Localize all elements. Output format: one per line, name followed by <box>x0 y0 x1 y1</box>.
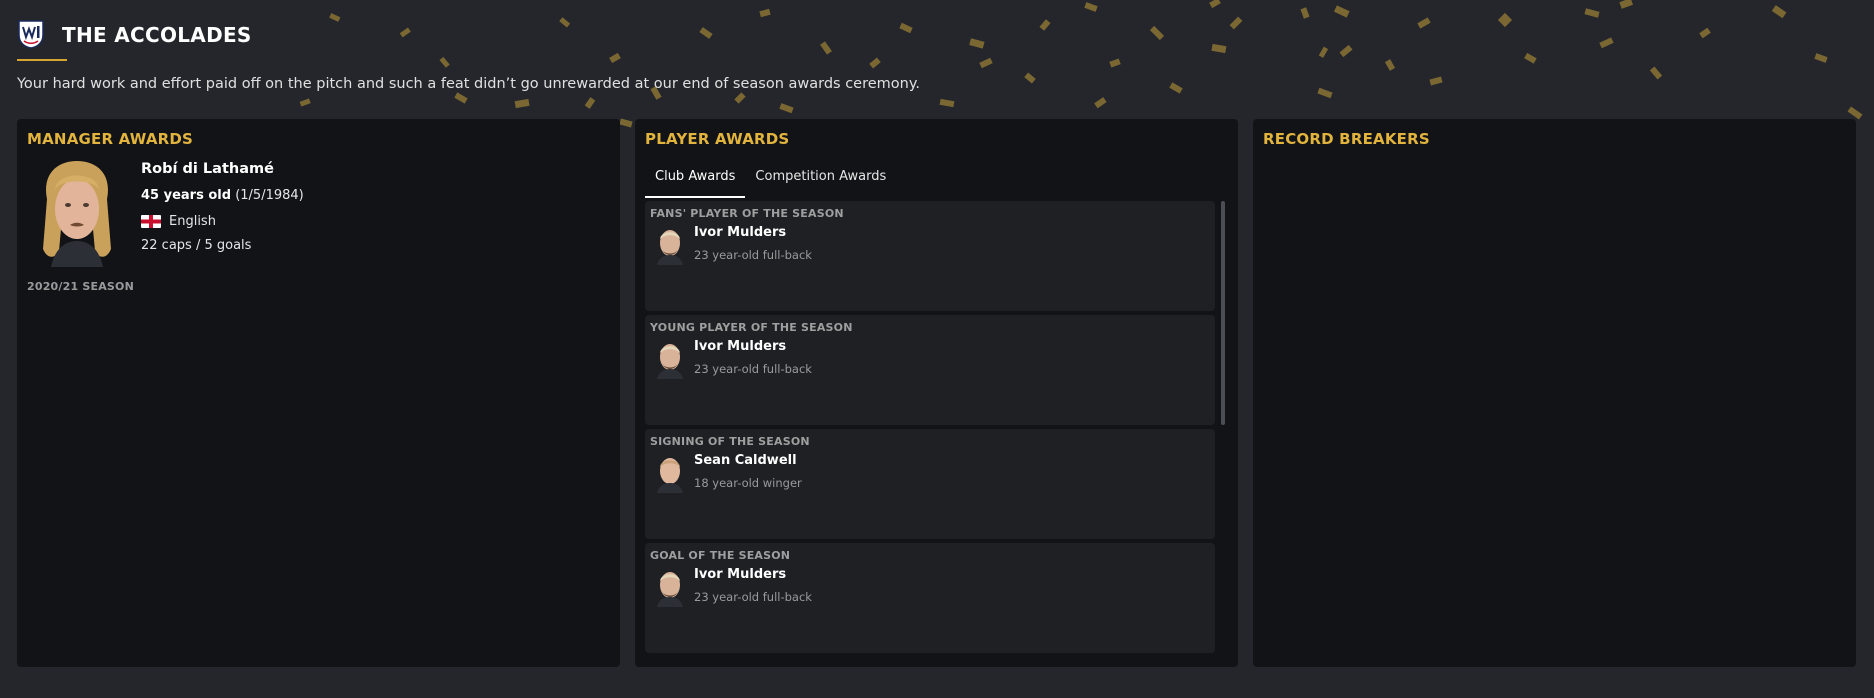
page-title: THE ACCOLADES <box>62 23 252 47</box>
manager-portrait[interactable] <box>37 159 117 269</box>
tab-competition-awards[interactable]: Competition Awards <box>745 167 896 196</box>
award-player-desc: 23 year-old full-back <box>694 248 812 262</box>
awards-scrollbar-thumb[interactable] <box>1221 201 1225 425</box>
awards-list[interactable]: FANS' PLAYER OF THE SEASON Ivor Mulders … <box>645 201 1220 656</box>
club-crest-icon <box>17 19 45 49</box>
awards-scrollbar[interactable] <box>1221 201 1225 425</box>
manager-nationality-row: English <box>141 214 216 229</box>
intro-text: Your hard work and effort paid off on th… <box>17 76 920 92</box>
manager-name[interactable]: Robí di Lathamé <box>141 161 274 177</box>
award-player-name[interactable]: Ivor Mulders <box>694 567 786 582</box>
manager-age-row: 45 years old (1/5/1984) <box>141 188 304 203</box>
player-awards-panel: PLAYER AWARDS Club Awards Competition Aw… <box>635 119 1238 667</box>
award-player-name[interactable]: Sean Caldwell <box>694 453 797 468</box>
award-player-name[interactable]: Ivor Mulders <box>694 339 786 354</box>
player-face[interactable] <box>655 455 685 493</box>
manager-caps: 22 caps / 5 goals <box>141 238 252 253</box>
award-title: YOUNG PLAYER OF THE SEASON <box>650 321 853 334</box>
confetti-background <box>0 0 1874 130</box>
award-player-name[interactable]: Ivor Mulders <box>694 225 786 240</box>
award-card-fans-player[interactable]: FANS' PLAYER OF THE SEASON Ivor Mulders … <box>645 201 1215 311</box>
award-card-young-player[interactable]: YOUNG PLAYER OF THE SEASON Ivor Mulders … <box>645 315 1215 425</box>
awards-tabs: Club Awards Competition Awards <box>645 167 896 198</box>
record-breakers-panel: RECORD BREAKERS <box>1253 119 1856 667</box>
award-player-desc: 23 year-old full-back <box>694 590 812 604</box>
player-face[interactable] <box>655 569 685 607</box>
manager-age: 45 years old <box>141 188 232 203</box>
tab-club-awards[interactable]: Club Awards <box>645 167 746 198</box>
award-player-desc: 18 year-old winger <box>694 476 802 490</box>
manager-dob: (1/5/1984) <box>235 188 304 203</box>
manager-season: 2020/21 SEASON <box>27 280 134 293</box>
manager-nationality[interactable]: English <box>169 214 216 229</box>
title-underline <box>17 59 67 61</box>
award-title: FANS' PLAYER OF THE SEASON <box>650 207 844 220</box>
manager-awards-panel: MANAGER AWARDS Robí di Lathamé 45 years … <box>17 119 620 667</box>
england-flag-icon <box>141 215 161 228</box>
award-title: GOAL OF THE SEASON <box>650 549 791 562</box>
player-face[interactable] <box>655 341 685 379</box>
manager-awards-title: MANAGER AWARDS <box>27 130 194 148</box>
player-face[interactable] <box>655 227 685 265</box>
record-breakers-title: RECORD BREAKERS <box>1263 130 1430 148</box>
award-card-goal[interactable]: GOAL OF THE SEASON Ivor Mulders 23 year-… <box>645 543 1215 653</box>
award-title: SIGNING OF THE SEASON <box>650 435 810 448</box>
award-card-signing[interactable]: SIGNING OF THE SEASON Sean Caldwell 18 y… <box>645 429 1215 539</box>
award-player-desc: 23 year-old full-back <box>694 362 812 376</box>
player-awards-title: PLAYER AWARDS <box>645 130 790 148</box>
